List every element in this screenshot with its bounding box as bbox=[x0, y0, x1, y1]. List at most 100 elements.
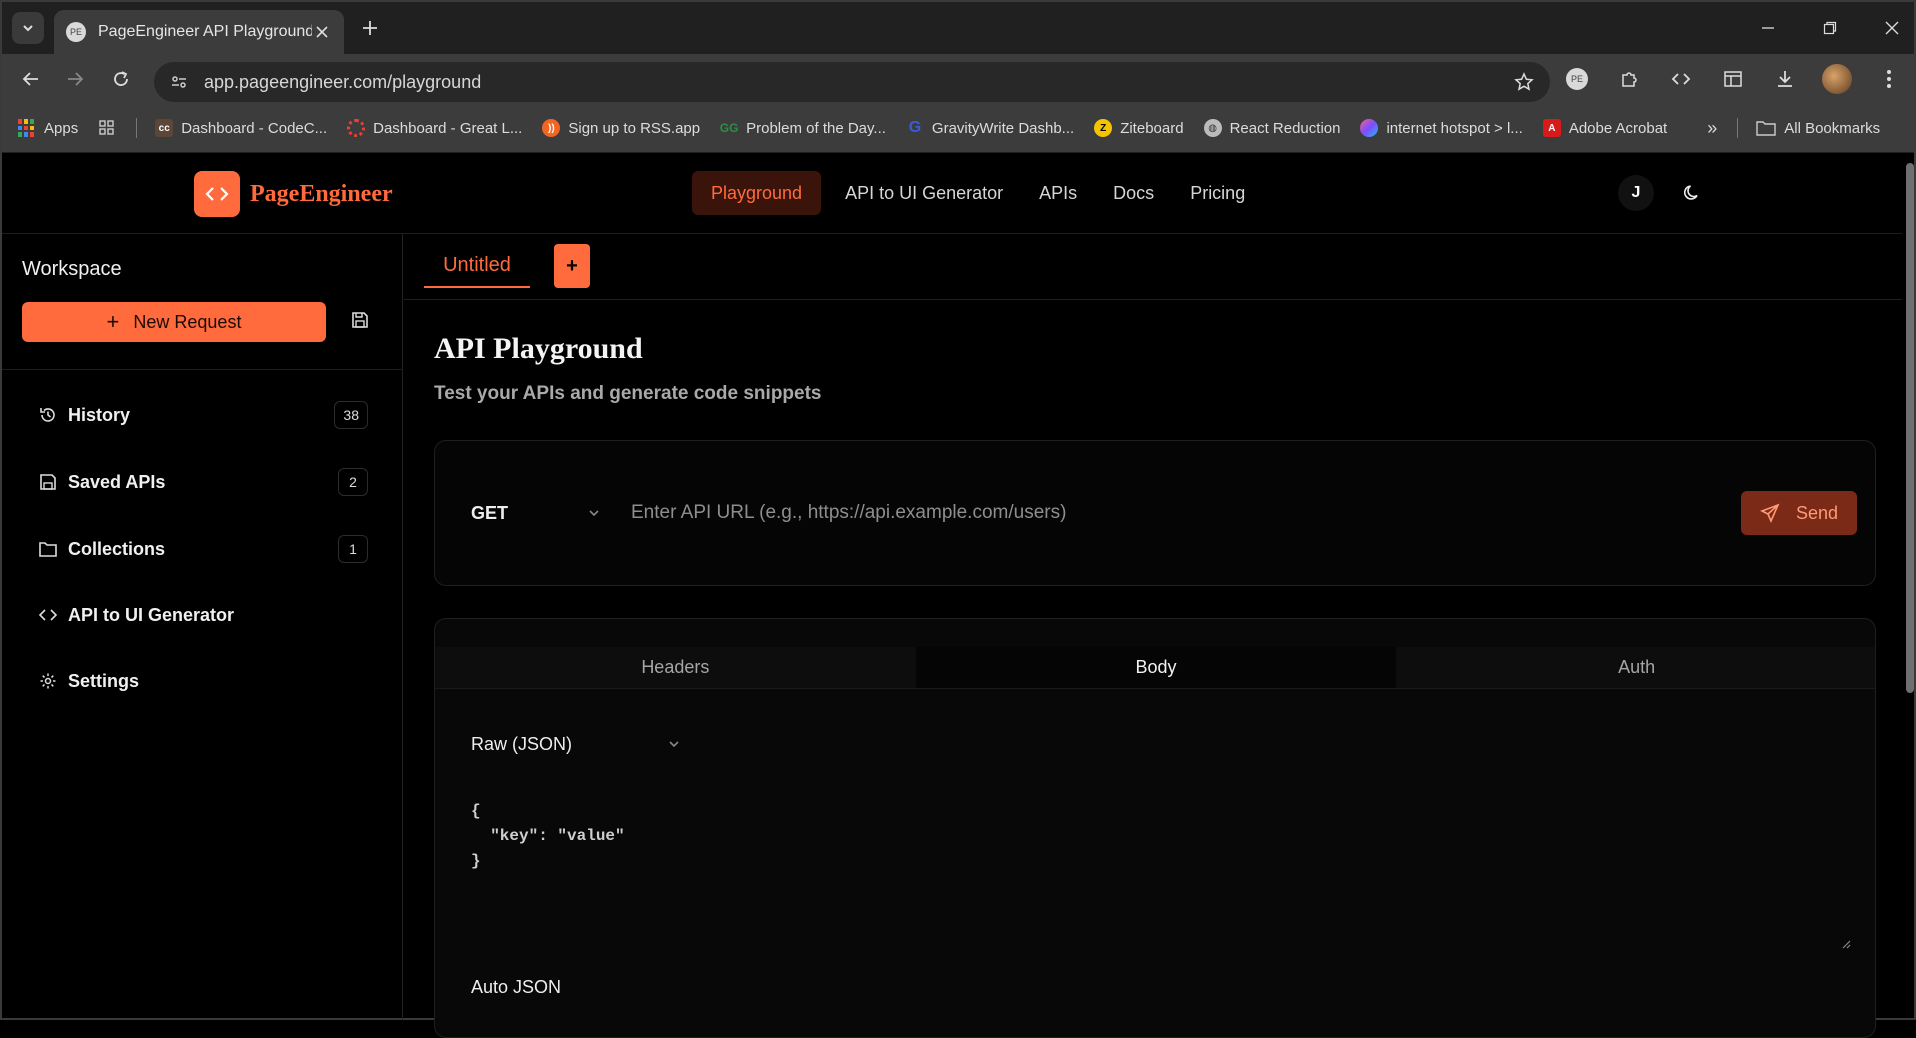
bookmark-rss[interactable]: )) Sign up to RSS.app bbox=[542, 119, 700, 137]
codechef-icon: cc bbox=[155, 119, 174, 137]
extensions-puzzle-icon[interactable] bbox=[1614, 64, 1644, 94]
new-request-label: New Request bbox=[133, 311, 242, 332]
plus-icon bbox=[363, 21, 377, 35]
minimize-icon[interactable] bbox=[1752, 12, 1784, 44]
chevron-down-icon bbox=[589, 510, 599, 517]
page-scrollbar[interactable] bbox=[1906, 163, 1914, 693]
side-panel-icon[interactable] bbox=[1718, 64, 1748, 94]
method-select[interactable]: GET bbox=[471, 497, 601, 529]
acrobat-icon: A bbox=[1542, 119, 1561, 137]
folder-icon bbox=[38, 539, 58, 559]
main-nav: Playground API to UI Generator APIs Docs… bbox=[692, 171, 1263, 215]
tab-untitled[interactable]: Untitled bbox=[424, 244, 530, 288]
resize-handle-icon[interactable] bbox=[1839, 937, 1851, 949]
new-tab-button[interactable] bbox=[358, 16, 382, 40]
bookmark-apps[interactable]: Apps bbox=[18, 119, 78, 137]
tab-strip: PE PageEngineer API Playground bbox=[2, 2, 1914, 54]
nav-api-to-ui[interactable]: API to UI Generator bbox=[827, 171, 1021, 215]
nav-playground[interactable]: Playground bbox=[692, 171, 822, 215]
user-avatar[interactable]: J bbox=[1618, 175, 1654, 211]
send-button[interactable]: Send bbox=[1741, 491, 1857, 535]
bookmark-ziteboard[interactable]: Z Ziteboard bbox=[1094, 119, 1184, 137]
close-window-icon[interactable] bbox=[1876, 12, 1908, 44]
sidebar-item-history[interactable]: History 38 bbox=[38, 398, 368, 432]
bookmark-gfg[interactable]: GG Problem of the Day... bbox=[720, 119, 886, 137]
brand[interactable]: PageEngineer bbox=[194, 171, 393, 217]
tab-headers[interactable]: Headers bbox=[435, 647, 916, 688]
rss-icon: )) bbox=[542, 119, 561, 137]
tab-auth[interactable]: Auth bbox=[1396, 647, 1875, 688]
back-button[interactable] bbox=[16, 64, 46, 94]
bookmark-label: GravityWrite Dashb... bbox=[931, 119, 1075, 137]
save-workspace-button[interactable] bbox=[348, 308, 372, 332]
hotspot-icon bbox=[1360, 119, 1379, 137]
nav-apis[interactable]: APIs bbox=[1021, 171, 1095, 215]
page-title: API Playground bbox=[434, 332, 643, 365]
bookmark-label: Dashboard - CodeC... bbox=[181, 119, 328, 137]
tab-groups-button[interactable] bbox=[98, 119, 116, 137]
more-bookmarks-button[interactable]: » bbox=[1707, 118, 1717, 139]
sidebar-item-api-to-ui[interactable]: API to UI Generator bbox=[38, 598, 368, 632]
apps-grid-icon bbox=[18, 119, 36, 137]
arrow-right-icon bbox=[68, 72, 84, 86]
browser-tab[interactable]: PE PageEngineer API Playground bbox=[54, 10, 344, 54]
greatlearning-icon bbox=[347, 119, 366, 137]
more-menu-icon[interactable] bbox=[1874, 64, 1904, 94]
history-icon bbox=[38, 405, 58, 425]
devtools-code-icon[interactable] bbox=[1666, 64, 1696, 94]
nav-docs[interactable]: Docs bbox=[1095, 171, 1172, 215]
bookmark-label: Ziteboard bbox=[1120, 119, 1184, 137]
code-icon bbox=[38, 605, 58, 625]
save-icon bbox=[352, 312, 368, 328]
close-tab-icon[interactable] bbox=[312, 22, 332, 42]
request-body-card: Headers Body Auth Raw (JSON) { "key": "v… bbox=[434, 618, 1876, 1038]
sidebar-title: Workspace bbox=[22, 258, 122, 280]
bookmark-separator bbox=[1737, 118, 1739, 138]
url-text[interactable]: app.pageengineer.com/playground bbox=[204, 72, 1514, 93]
ziteboard-icon: Z bbox=[1094, 119, 1113, 137]
new-request-button[interactable]: + New Request bbox=[22, 302, 326, 342]
sidebar-item-settings[interactable]: Settings bbox=[38, 664, 368, 698]
bookmark-label: Apps bbox=[44, 119, 79, 137]
tab-body[interactable]: Body bbox=[915, 647, 1397, 688]
code-logo-icon bbox=[194, 171, 240, 217]
bookmark-react-reduction[interactable]: ◍ React Reduction bbox=[1203, 119, 1340, 137]
auto-json-label: Auto JSON bbox=[471, 977, 562, 997]
reload-button[interactable] bbox=[106, 64, 136, 94]
forward-button[interactable] bbox=[60, 64, 90, 94]
body-format-select[interactable]: Raw (JSON) bbox=[471, 729, 681, 759]
bookmark-star-icon[interactable] bbox=[1514, 72, 1534, 92]
bookmark-label: Sign up to RSS.app bbox=[568, 119, 701, 137]
saved-apis-count-badge: 2 bbox=[338, 468, 368, 496]
all-bookmarks-button[interactable]: All Bookmarks bbox=[1756, 120, 1880, 137]
bookmark-greatlearning[interactable]: Dashboard - Great L... bbox=[347, 119, 522, 137]
bookmark-codechef[interactable]: cc Dashboard - CodeC... bbox=[155, 119, 327, 137]
gear-icon bbox=[38, 671, 58, 691]
main-content: Untitled + API Playground Test your APIs… bbox=[404, 234, 1902, 1038]
bookmark-separator bbox=[136, 118, 138, 138]
sidebar-item-collections[interactable]: Collections 1 bbox=[38, 532, 368, 566]
bookmark-hotspot[interactable]: internet hotspot > l... bbox=[1360, 119, 1523, 137]
sidebar-item-saved-apis[interactable]: Saved APIs 2 bbox=[38, 465, 368, 499]
body-code-editor[interactable]: { "key": "value" } bbox=[471, 799, 625, 874]
chevron-down-icon bbox=[23, 25, 33, 32]
tab-search-button[interactable] bbox=[12, 12, 44, 44]
moon-icon bbox=[1684, 185, 1698, 200]
download-icon[interactable] bbox=[1770, 64, 1800, 94]
window-controls bbox=[1752, 12, 1908, 44]
pageengineer-extension-icon[interactable]: PE bbox=[1562, 64, 1592, 94]
restore-icon[interactable] bbox=[1814, 12, 1846, 44]
nav-pricing[interactable]: Pricing bbox=[1172, 171, 1263, 215]
theme-toggle-button[interactable] bbox=[1674, 175, 1710, 211]
address-bar[interactable]: app.pageengineer.com/playground bbox=[154, 62, 1550, 102]
profile-avatar[interactable] bbox=[1822, 64, 1852, 94]
bookmark-acrobat[interactable]: A Adobe Acrobat bbox=[1542, 119, 1667, 137]
toolbar-right: PE bbox=[1562, 64, 1904, 94]
plus-icon: + bbox=[106, 309, 120, 334]
site-info-icon[interactable] bbox=[170, 73, 188, 91]
api-url-input[interactable] bbox=[631, 491, 1681, 535]
add-tab-button[interactable]: + bbox=[554, 244, 590, 288]
app-root: PageEngineer Playground API to UI Genera… bbox=[0, 153, 1916, 1038]
globe-icon: ◍ bbox=[1203, 119, 1222, 137]
bookmark-gravitywrite[interactable]: G GravityWrite Dashb... bbox=[906, 119, 1075, 137]
